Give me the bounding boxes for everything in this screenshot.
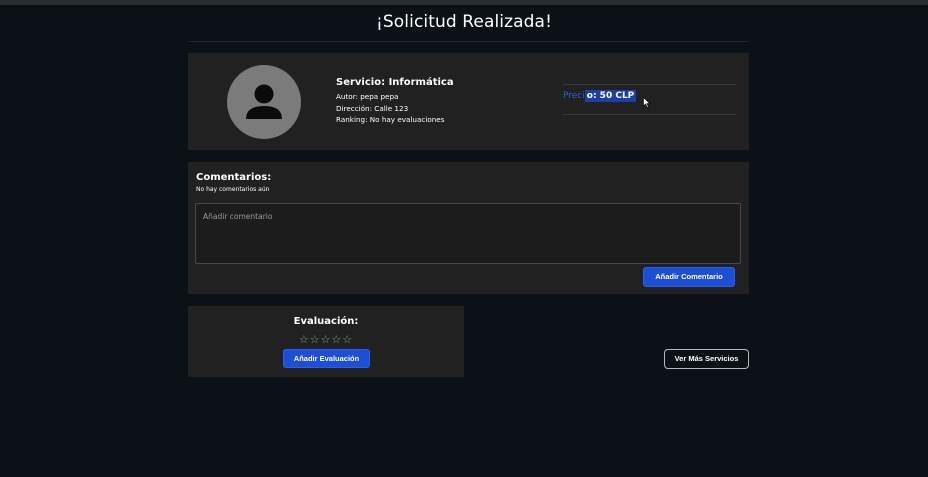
comments-card: Comentarios: No hay comentarios aún Añad… — [188, 162, 749, 294]
more-services-button[interactable]: Ver Más Servicios — [664, 349, 749, 369]
title-divider — [188, 41, 749, 42]
avatar — [227, 65, 301, 139]
evaluation-title: Evaluación: — [293, 316, 359, 327]
service-author: Autor: pepa pepa — [336, 92, 399, 101]
page-title: ¡Solicitud Realizada! — [376, 12, 552, 32]
star-rating[interactable]: ☆☆☆☆☆ — [188, 333, 464, 346]
add-comment-button[interactable]: Añadir Comentario — [643, 267, 735, 287]
service-address: Dirección: Calle 123 — [336, 103, 409, 113]
comment-textarea[interactable]: Añadir comentario — [195, 203, 741, 264]
service-card: Servicio: Informática Autor: pepa pepa D… — [188, 53, 749, 150]
mouse-cursor-icon — [643, 97, 651, 108]
add-evaluation-button[interactable]: Añadir Evaluación — [283, 349, 370, 368]
price-selected-text: o: 50 CLP — [584, 90, 637, 102]
comments-empty-text: No hay comentarios aún — [196, 186, 270, 193]
evaluation-card: Evaluación: ☆☆☆☆☆ Añadir Evaluación — [188, 306, 464, 377]
service-title: Servicio: Informática — [336, 77, 454, 88]
user-icon — [246, 84, 282, 119]
service-ranking: Ranking: No hay evaluaciones — [336, 115, 445, 124]
service-details: Servicio: Informática Autor: pepa pepa D… — [336, 77, 454, 126]
service-price: Preci o: 50 CLP — [563, 90, 637, 102]
comments-title: Comentarios: — [196, 172, 272, 183]
price-prefix: Preci — [563, 91, 585, 101]
top-bar — [0, 0, 928, 5]
